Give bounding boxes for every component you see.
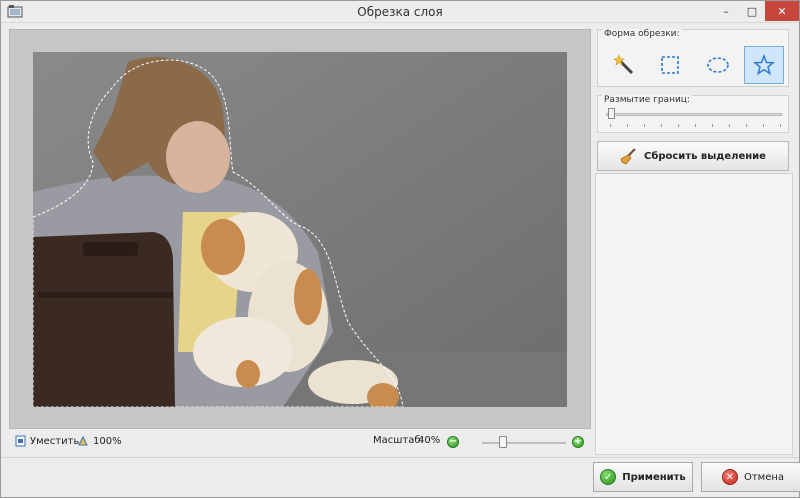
layer-photo[interactable] bbox=[33, 52, 567, 407]
cancel-label: Отмена bbox=[743, 471, 785, 483]
feather-slider-thumb[interactable] bbox=[608, 108, 615, 119]
title-bar[interactable]: Обрезка слоя – □ ✕ bbox=[1, 1, 799, 23]
feather-group: Размытие границ: bbox=[597, 95, 789, 133]
canvas-statusbar: Уместить 100% Масштаб: 40% − + bbox=[9, 431, 591, 453]
feather-slider-track[interactable] bbox=[606, 113, 782, 116]
star-tool-button[interactable] bbox=[744, 46, 784, 84]
actual-size-label: 100% bbox=[93, 435, 122, 447]
ellipse-tool-button[interactable] bbox=[698, 46, 738, 84]
cancel-button[interactable]: ✕ Отмена bbox=[701, 462, 800, 492]
crop-shape-group: Форма обрезки: bbox=[597, 29, 789, 87]
slider-tick bbox=[695, 124, 696, 127]
checkmark-icon: ✓ bbox=[600, 469, 617, 485]
slider-tick bbox=[661, 124, 662, 127]
reset-selection-button[interactable]: Сбросить выделение bbox=[597, 141, 789, 171]
fit-icon bbox=[15, 435, 26, 447]
slider-tick bbox=[780, 124, 781, 127]
minimize-button[interactable]: – bbox=[713, 1, 739, 21]
zoom-slider-thumb[interactable] bbox=[499, 436, 507, 448]
star-icon bbox=[753, 54, 775, 76]
rectangle-tool-button[interactable] bbox=[650, 46, 690, 84]
actual-size-icon bbox=[78, 435, 88, 446]
actual-size-button[interactable]: 100% bbox=[77, 435, 122, 447]
dialog-actions: ✓ Применить ✕ Отмена bbox=[1, 457, 800, 497]
crop-settings-panel: Форма обрезки: Размытие границ: Сбросить… bbox=[595, 25, 793, 455]
slider-tick bbox=[610, 124, 611, 127]
fit-label: Уместить bbox=[30, 435, 80, 447]
preview-canvas[interactable] bbox=[9, 29, 591, 429]
close-button[interactable]: ✕ bbox=[765, 1, 799, 21]
slider-tick bbox=[729, 124, 730, 127]
slider-tick bbox=[746, 124, 747, 127]
magic-wand-tool-button[interactable] bbox=[604, 46, 644, 84]
slider-tick bbox=[627, 124, 628, 127]
scale-label: Масштаб: bbox=[373, 435, 424, 446]
slider-tick bbox=[678, 124, 679, 127]
slider-tick bbox=[763, 124, 764, 127]
zoom-in-button[interactable]: + bbox=[572, 436, 584, 448]
window-title: Обрезка слоя bbox=[357, 5, 443, 19]
panel-empty-area bbox=[595, 173, 793, 455]
dashed-ellipse-icon bbox=[707, 57, 729, 73]
scale-value: 40% bbox=[418, 435, 441, 446]
maximize-button[interactable]: □ bbox=[739, 1, 765, 21]
broom-icon bbox=[620, 148, 636, 165]
dashed-rectangle-icon bbox=[661, 56, 679, 74]
slider-tick bbox=[712, 124, 713, 127]
slider-tick bbox=[644, 124, 645, 127]
magic-wand-icon bbox=[613, 54, 634, 75]
crop-shape-label: Форма обрезки: bbox=[602, 29, 682, 39]
apply-label: Применить bbox=[622, 471, 686, 483]
photo-illustration bbox=[33, 52, 567, 407]
fit-button[interactable]: Уместить bbox=[15, 435, 79, 447]
cancel-x-icon: ✕ bbox=[721, 469, 738, 485]
reset-selection-label: Сбросить выделение bbox=[644, 150, 766, 162]
apply-button[interactable]: ✓ Применить bbox=[593, 462, 693, 492]
zoom-out-button[interactable]: − bbox=[447, 436, 459, 448]
crop-layer-dialog: Обрезка слоя – □ ✕ Уместить 100% Масштаб… bbox=[0, 0, 800, 498]
zoom-slider-track[interactable] bbox=[482, 442, 566, 444]
feather-label: Размытие границ: bbox=[602, 95, 692, 105]
